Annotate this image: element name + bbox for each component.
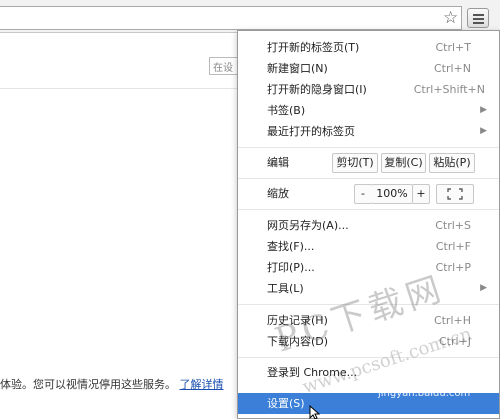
menu-item-shortcut: Ctrl+T [435,41,471,54]
address-bar[interactable] [0,6,462,30]
submenu-arrow-icon: ▶ [480,283,487,293]
submenu-arrow-icon: ▶ [480,105,487,115]
menu-item-label: 书签(B) [267,104,306,117]
hamburger-icon-bar [473,22,484,24]
menu-row-zoom: 缩放 - 100% + [238,183,499,204]
menu-item-print[interactable]: 打印(P)... Ctrl+P [238,257,499,278]
menu-item-new-tab[interactable]: 打开新的标签页(T) Ctrl+T [238,37,499,58]
menu-item-label: 新建窗口(N) [267,62,328,75]
edit-label: 编辑 [267,156,289,169]
learn-more-link[interactable]: 了解详情 [180,378,224,391]
chrome-menu-button[interactable] [467,8,489,28]
menu-item-label: 查找(F)... [267,240,315,253]
menu-item-shortcut: Ctrl+Shift+N [413,83,485,96]
menu-item-label: 工具(L) [267,282,304,295]
menu-item-label: 网页另存为(A)... [267,219,349,232]
page-divider [0,88,238,89]
hamburger-icon-bar [473,18,484,20]
menu-separator [238,209,499,210]
copy-button[interactable]: 复制(C) [381,153,426,173]
star-icon[interactable]: ☆ [443,8,458,28]
submenu-arrow-icon: ▶ [480,126,487,136]
menu-item-find[interactable]: 查找(F)... Ctrl+F [238,236,499,257]
menu-separator [238,178,499,179]
zoom-label: 缩放 [267,187,289,200]
menu-item-label: 设置(S) [267,397,305,410]
menu-item-bookmarks[interactable]: 书签(B) ▶ [238,100,499,121]
privacy-text: 体验。您可以视情况停用这些服务。 [0,378,176,391]
zoom-out-button[interactable]: - [354,184,372,204]
browser-toolbar: ☆ [0,0,500,33]
menu-item-recent-tabs[interactable]: 最近打开的标签页 ▶ [238,121,499,142]
cut-button[interactable]: 剪切(T) [332,153,378,173]
fullscreen-button[interactable] [436,184,474,204]
menu-item-label: 最近打开的标签页 [267,125,355,138]
menu-item-shortcut: Ctrl+N [433,62,471,75]
page-privacy-text: 体验。您可以视情况停用这些服务。 了解详情 [0,376,238,392]
zoom-in-button[interactable]: + [412,184,430,204]
fullscreen-icon [447,188,463,200]
hamburger-icon [473,14,484,16]
menu-item-label: 打开新的隐身窗口(I) [267,83,367,96]
menu-row-edit: 编辑 剪切(T) 复制(C) 粘贴(P) [238,152,499,173]
menu-item-label: 打印(P)... [267,261,315,274]
settings-search-input[interactable]: 在设 [209,57,239,75]
menu-item-new-window[interactable]: 新建窗口(N) Ctrl+N [238,58,499,79]
mouse-cursor-icon [309,405,321,419]
zoom-level: 100% [371,184,413,204]
baidu-watermark: jingyan.baidu.com [378,388,471,399]
menu-item-shortcut: Ctrl+S [435,219,471,232]
menu-separator [238,147,499,148]
menu-item-label: 打开新的标签页(T) [267,41,360,54]
menu-item-save-page[interactable]: 网页另存为(A)... Ctrl+S [238,215,499,236]
menu-item-incognito[interactable]: 打开新的隐身窗口(I) Ctrl+Shift+N [238,79,499,100]
menu-item-shortcut: Ctrl+F [435,240,471,253]
paste-button[interactable]: 粘贴(P) [429,153,475,173]
menu-item-shortcut: Ctrl+P [435,261,471,274]
